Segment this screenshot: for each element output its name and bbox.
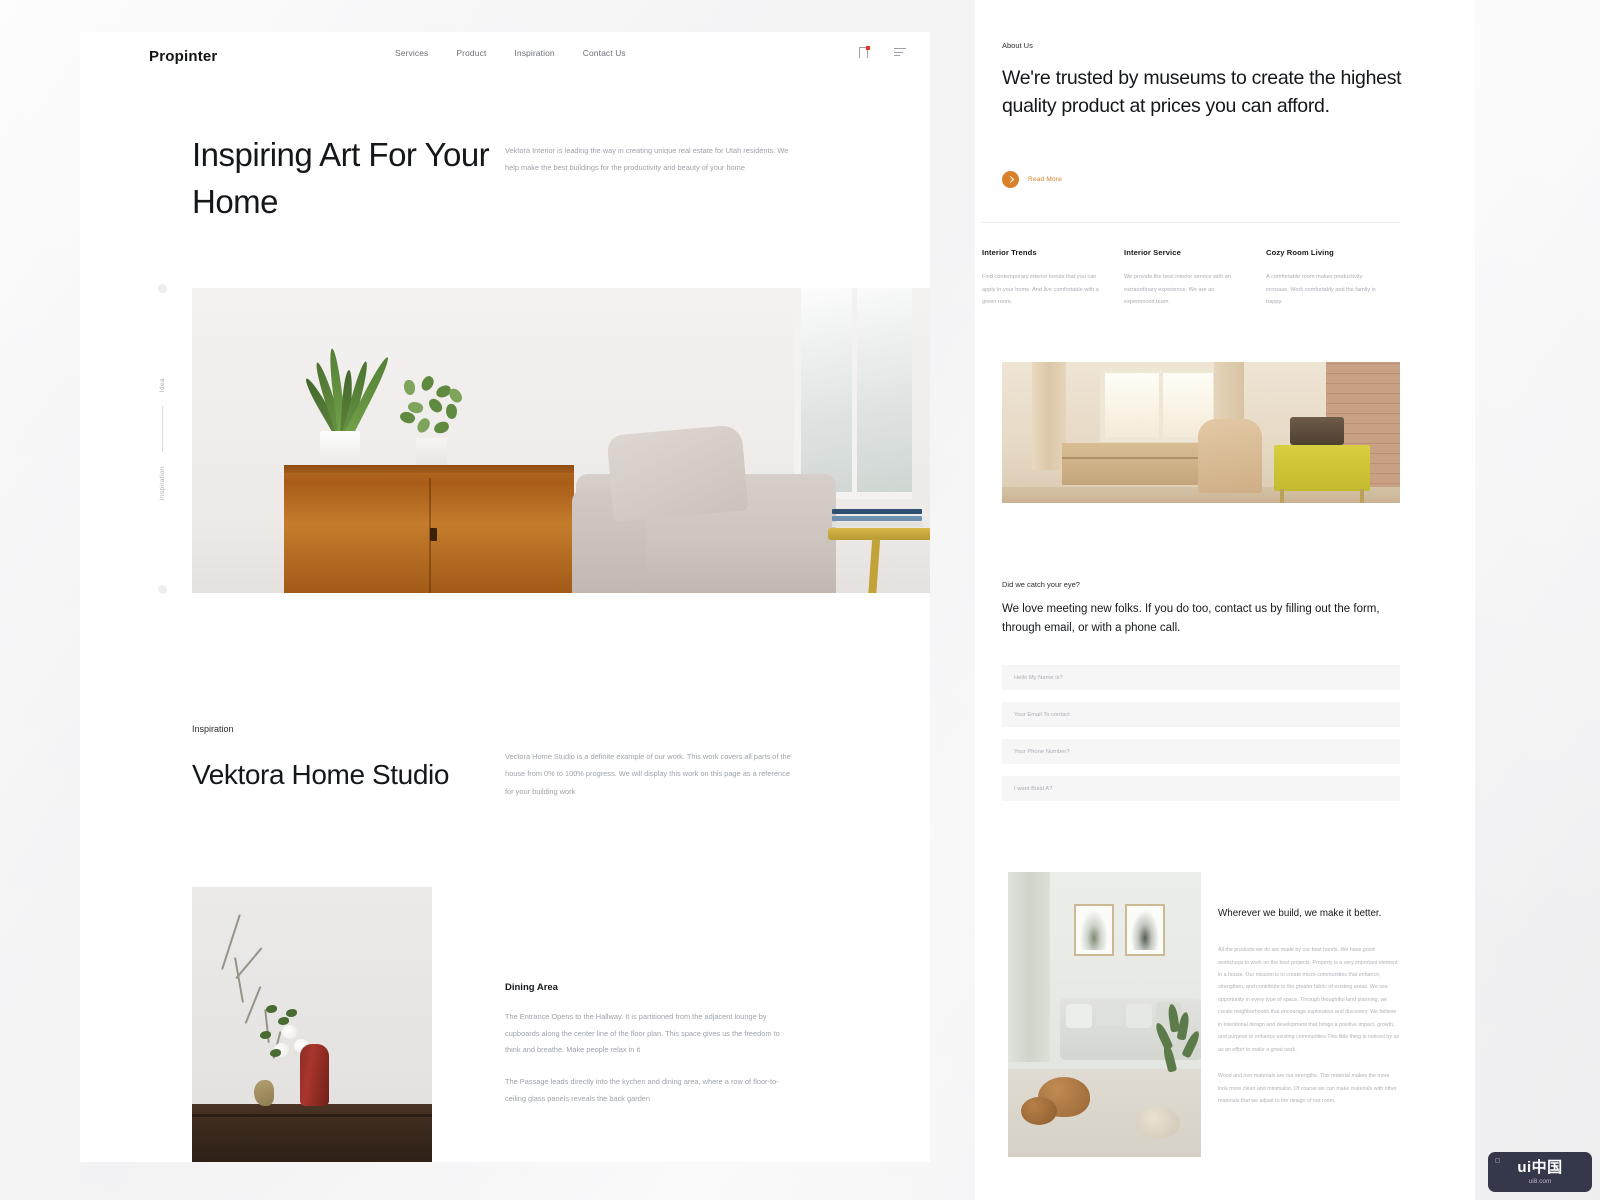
hero-section: Inspiring Art For Your Home Vektora Inte… xyxy=(192,132,892,225)
feature-body: We provide the best interior service wit… xyxy=(1124,274,1231,306)
phone-input[interactable] xyxy=(1002,739,1400,764)
dining-paragraph-1: The Entrance Opens to the Hallway. It is… xyxy=(505,1012,780,1055)
read-more-button[interactable]: Read More xyxy=(1002,171,1062,188)
main-page-panel: Propinter Services Product Inspiration C… xyxy=(80,32,930,1162)
nav-icons xyxy=(859,45,908,59)
living-room-build-image xyxy=(1008,872,1201,1157)
rail-label-inspiration: Inspiration xyxy=(158,465,166,501)
features-row: Interior Trends Find contemporary interi… xyxy=(982,248,1402,309)
contact-eyebrow: Did we catch your eye? xyxy=(1002,580,1080,589)
nav-link-contact-us[interactable]: Contact Us xyxy=(583,48,626,58)
section-divider xyxy=(982,222,1400,223)
hero-body: Vektora Interior is leading the way in c… xyxy=(505,146,789,173)
brand-logo[interactable]: Propinter xyxy=(149,48,217,65)
feature-title: Cozy Room Living xyxy=(1266,248,1334,257)
about-contact-panel: About Us We're trusted by museums to cre… xyxy=(975,0,1475,1200)
interior-room-image xyxy=(1002,362,1400,503)
build-paragraph-1: All the products we do are made by our b… xyxy=(1218,947,1400,1053)
inspiration-eyebrow: Inspiration xyxy=(192,724,234,734)
bookmark-icon[interactable] xyxy=(859,45,873,59)
arrow-right-icon xyxy=(1002,171,1019,188)
feature-cozy-room-living: Cozy Room Living A comfortable room make… xyxy=(1266,248,1384,309)
feature-title: Interior Trends xyxy=(982,248,1037,257)
nav-link-product[interactable]: Product xyxy=(456,48,486,58)
vase-still-life-image xyxy=(192,887,432,1162)
dining-title: Dining Area xyxy=(505,982,558,993)
inspiration-body: Vectora Home Studio is a definite exampl… xyxy=(505,752,791,796)
contact-form xyxy=(1002,665,1400,813)
rail-divider xyxy=(161,405,163,452)
watermark-badge: ui中国 ui8.com xyxy=(1488,1152,1592,1192)
hamburger-menu-icon[interactable] xyxy=(894,45,908,59)
side-rail: Idea Inspiration xyxy=(150,284,174,594)
feature-body: Find contemporary interior trends that y… xyxy=(982,274,1099,306)
build-paragraph-2: Wood and iron materials are our strength… xyxy=(1218,1073,1397,1104)
read-more-label: Read More xyxy=(1028,176,1062,183)
rail-dot-bottom xyxy=(157,585,167,594)
feature-interior-trends: Interior Trends Find contemporary interi… xyxy=(982,248,1100,309)
feature-title: Interior Service xyxy=(1124,248,1181,257)
dining-area-section: Dining Area The Entrance Opens to the Ha… xyxy=(505,982,795,1122)
rail-label-idea: Idea xyxy=(158,377,166,392)
build-title: Wherever we build, we make it better. xyxy=(1218,908,1382,919)
contact-text: We love meeting new folks. If you do too… xyxy=(1002,603,1380,634)
about-headline: We're trusted by museums to create the h… xyxy=(1002,67,1402,118)
rail-dot-top xyxy=(157,284,167,293)
hero-living-room-image xyxy=(192,288,930,593)
feature-body: A comfortable room makes productivity in… xyxy=(1266,274,1376,306)
notification-dot xyxy=(866,46,870,50)
project-input[interactable] xyxy=(1002,776,1400,801)
nav-links: Services Product Inspiration Contact Us xyxy=(395,48,626,58)
nav-link-services[interactable]: Services xyxy=(395,48,428,58)
nav-link-inspiration[interactable]: Inspiration xyxy=(514,48,554,58)
watermark-corner-icon xyxy=(1495,1158,1500,1163)
top-navigation: Propinter Services Product Inspiration C… xyxy=(80,32,930,84)
watermark-main: ui中国 xyxy=(1517,1158,1563,1176)
dining-paragraph-2: The Passage leads directly into the kych… xyxy=(505,1076,779,1103)
feature-interior-service: Interior Service We provide the best int… xyxy=(1124,248,1242,309)
email-input[interactable] xyxy=(1002,702,1400,727)
build-section: Wherever we build, we make it better. Al… xyxy=(1218,905,1400,1121)
inspiration-title: Vektora Home Studio xyxy=(192,759,449,790)
hero-title: Inspiring Art For Your Home xyxy=(192,136,490,220)
watermark-sub: ui8.com xyxy=(1528,1177,1552,1185)
name-input[interactable] xyxy=(1002,665,1400,690)
about-eyebrow: About Us xyxy=(1002,41,1033,50)
